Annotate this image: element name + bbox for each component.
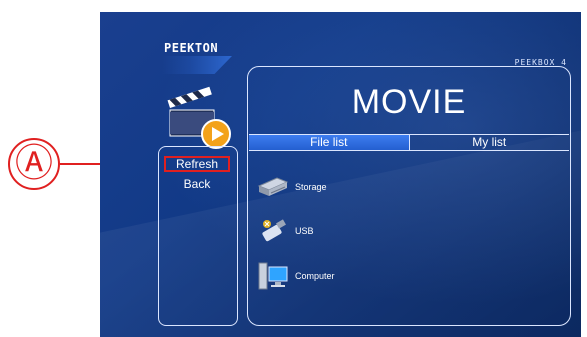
list-item-computer[interactable]: Computer <box>257 261 335 291</box>
computer-icon <box>258 262 288 290</box>
movie-clapper-icon <box>164 82 234 152</box>
annotation-marker-a: Ⓐ <box>8 138 60 190</box>
list-item-label: Storage <box>295 182 327 192</box>
list-item-usb[interactable]: USB <box>257 216 314 246</box>
hard-drive-icon <box>257 177 289 196</box>
tab-bar: File list My list <box>249 134 569 151</box>
refresh-menu-item[interactable]: Refresh <box>164 156 230 172</box>
list-item-label: USB <box>295 226 314 236</box>
list-item-storage[interactable]: Storage <box>257 172 327 202</box>
brand-logo: PEEKTON <box>164 41 219 55</box>
annotation-marker-label: Ⓐ <box>14 143 53 185</box>
tab-my-list[interactable]: My list <box>408 135 570 150</box>
page-title: MOVIE <box>351 83 467 121</box>
back-menu-item[interactable]: Back <box>164 177 230 191</box>
brand-swoosh <box>162 56 232 74</box>
list-item-label: Computer <box>295 271 335 281</box>
tab-file-list[interactable]: File list <box>249 135 409 150</box>
tv-screen: PEEKTON PEEKBOX 4 Refresh Back MOVIE Fil… <box>100 12 581 337</box>
usb-icon <box>262 219 286 242</box>
side-menu-panel <box>158 146 238 326</box>
